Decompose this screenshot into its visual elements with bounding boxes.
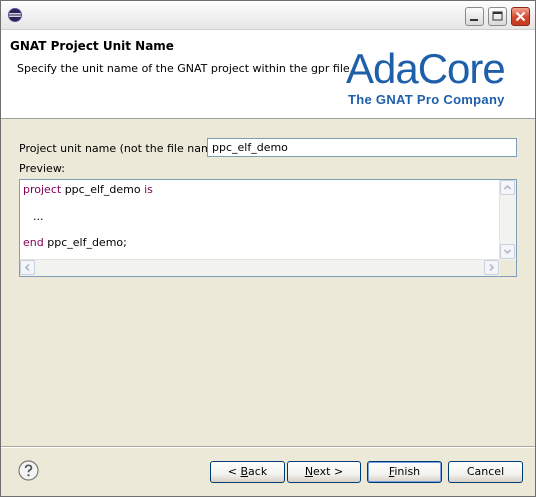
finish-label-rest: inish [394,465,421,478]
vertical-scrollbar[interactable] [499,180,516,260]
next-label-rest: ext > [313,465,344,478]
page-title: GNAT Project Unit Name [10,39,174,53]
minimize-icon [470,19,478,21]
preview-line-3: end ppc_elf_demo; [23,236,127,249]
project-name: ppc_elf_demo [64,183,141,196]
horizontal-scrollbar[interactable] [20,259,500,276]
scroll-down-button[interactable] [500,244,515,259]
help-icon [18,460,39,481]
eclipse-app-icon[interactable] [7,7,23,23]
logo-wordmark: AdaCore [346,45,506,92]
end-name: ppc_elf_demo; [47,236,127,249]
next-mnemonic: N [304,465,314,478]
wizard-window: GNAT Project Unit Name Specify the unit … [0,0,536,497]
back-button[interactable]: < Back [210,461,285,483]
preview-line-1: project ppc_elf_demo is [23,183,153,196]
back-prefix: < [227,465,241,478]
cancel-button[interactable]: Cancel [448,461,523,483]
unit-name-input[interactable] [207,138,517,157]
wizard-header: GNAT Project Unit Name Specify the unit … [1,30,535,119]
scroll-corner [500,260,516,276]
keyword-project: project [23,183,62,196]
next-button[interactable]: Next > [287,461,361,483]
unit-name-label: Project unit name (not the file name): [19,142,227,155]
minimize-button[interactable] [465,7,484,26]
close-button[interactable] [511,7,530,26]
scroll-left-icon [24,263,30,272]
close-icon [515,11,526,22]
page-description: Specify the unit name of the GNAT projec… [17,62,354,75]
scroll-up-icon [503,184,512,190]
help-button[interactable] [18,460,39,481]
preview-text-area[interactable]: project ppc_elf_demo is ... end ppc_elf_… [19,179,517,277]
scroll-left-button[interactable] [20,260,35,275]
logo-tagline: The GNAT Pro Company [348,92,505,107]
scroll-up-button[interactable] [500,180,515,195]
scroll-down-icon [503,249,512,255]
keyword-is: is [144,183,153,196]
maximize-button[interactable] [488,7,507,26]
scroll-right-icon [489,263,495,272]
title-bar[interactable] [1,1,535,30]
back-mnemonic: B [240,465,249,478]
back-label-rest: ack [248,465,268,478]
preview-label: Preview: [19,162,65,175]
adacore-logo: AdaCore The GNAT Pro Company [346,48,521,110]
preview-content: project ppc_elf_demo is ... end ppc_elf_… [23,183,497,260]
maximize-icon [492,11,503,21]
finish-button[interactable]: Finish [367,461,442,483]
scroll-right-button[interactable] [484,260,499,275]
button-bar-separator-highlight [1,447,535,448]
keyword-end: end [23,236,44,249]
preview-line-2: ... [33,210,44,223]
